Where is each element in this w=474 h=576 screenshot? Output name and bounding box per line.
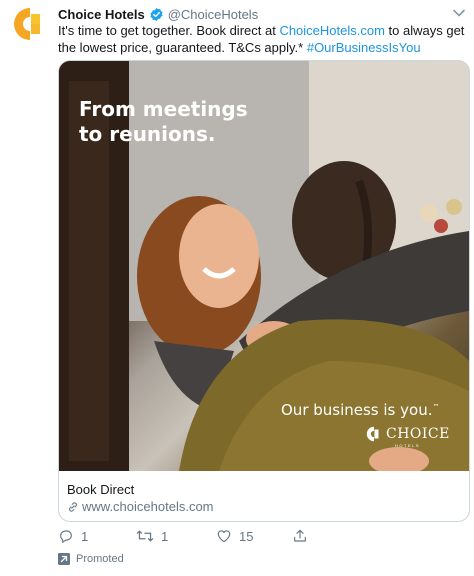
retweet-button[interactable]: 1	[136, 528, 168, 544]
card-title[interactable]: Book Direct	[67, 482, 134, 497]
promoted-label: Promoted	[58, 553, 124, 565]
card-url[interactable]: www.choicehotels.com	[67, 499, 214, 514]
headline-line: From meetings	[79, 97, 248, 121]
tweet[interactable]: Choice Hotels @ChoiceHotels It's time to…	[0, 0, 474, 576]
card-headline: From meetings to reunions.	[79, 97, 339, 147]
heart-icon	[217, 530, 231, 543]
chevron-down-icon[interactable]	[452, 6, 466, 20]
tweet-text: It's time to get together. Book direct a…	[58, 22, 468, 56]
retweet-icon	[136, 530, 154, 542]
card-tagline: Our business is you.™	[281, 401, 439, 419]
choice-hotels-brand-logo: CHOICE	[365, 423, 450, 445]
reply-button[interactable]: 1	[58, 528, 88, 544]
share-button[interactable]	[292, 528, 308, 544]
avatar[interactable]	[10, 4, 50, 44]
retweet-count: 1	[161, 528, 169, 544]
reply-icon	[60, 530, 72, 543]
share-icon	[294, 529, 306, 542]
verified-badge-icon	[150, 7, 163, 21]
tweet-actions: 1 1 15	[58, 528, 358, 546]
brand-subtext: HOTELS	[395, 443, 421, 448]
account-name[interactable]: Choice Hotels	[58, 7, 145, 22]
tweet-header: Choice Hotels @ChoiceHotels	[58, 5, 258, 23]
promoted-arrow-icon	[58, 553, 70, 565]
hashtag-link[interactable]: #OurBusinessIsYou	[307, 40, 421, 55]
choice-logo-icon	[366, 426, 379, 442]
tweet-text-part: It's time to get together. Book direct a…	[58, 23, 280, 38]
card-url-text[interactable]: www.choicehotels.com	[82, 499, 214, 514]
reply-count: 1	[81, 528, 89, 544]
headline-line: to reunions.	[79, 122, 216, 146]
link-card[interactable]: From meetings to reunions. Our business …	[58, 60, 470, 522]
brand-wordmark: CHOICE	[386, 426, 450, 442]
link-icon	[69, 501, 77, 512]
like-button[interactable]: 15	[216, 528, 253, 544]
tagline-text: Our business is you.	[281, 401, 433, 419]
website-link[interactable]: ChoiceHotels.com	[279, 23, 385, 38]
card-image[interactable]: From meetings to reunions. Our business …	[59, 61, 469, 471]
account-handle[interactable]: @ChoiceHotels	[168, 7, 259, 22]
promoted-text: Promoted	[76, 553, 124, 565]
trademark-mark: ™	[432, 403, 440, 411]
like-count: 15	[239, 528, 254, 544]
